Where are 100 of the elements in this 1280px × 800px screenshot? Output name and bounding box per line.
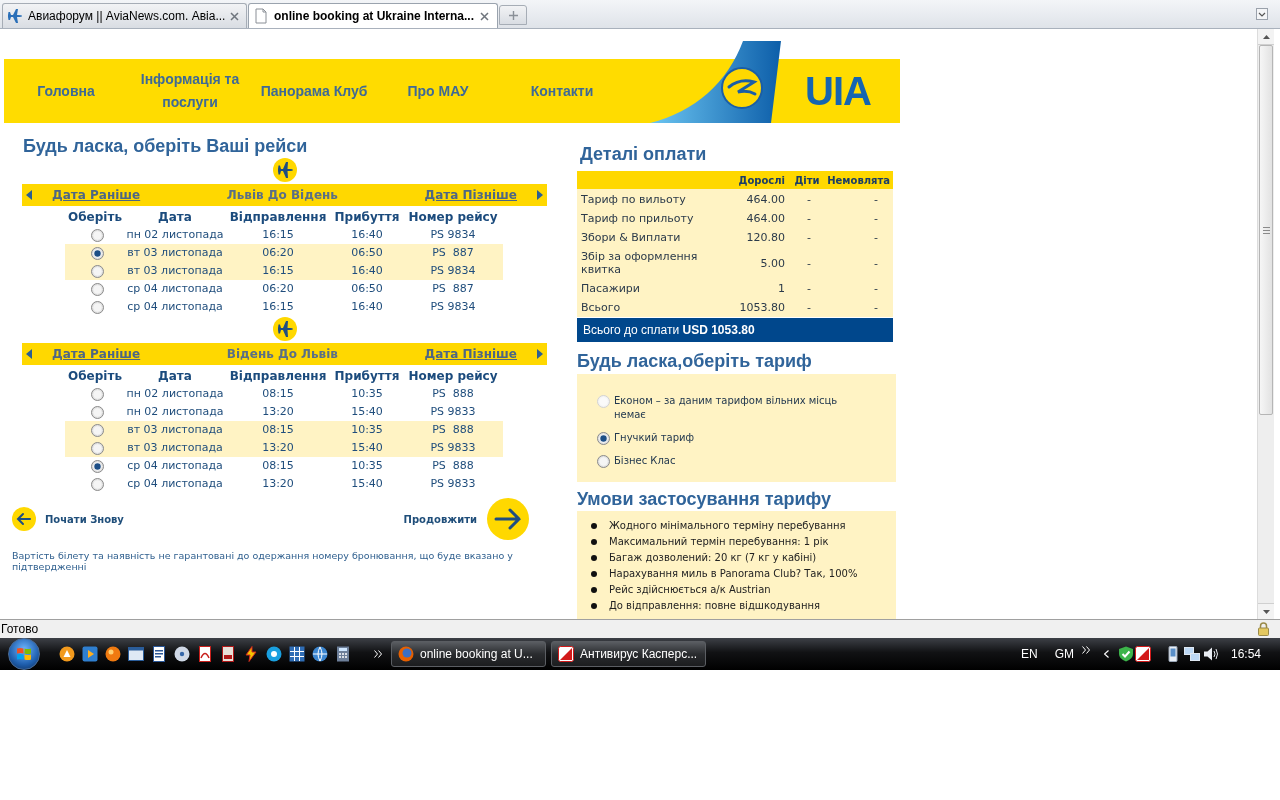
ball-icon[interactable]	[105, 646, 121, 662]
start-button[interactable]	[8, 638, 40, 670]
window-icon[interactable]	[128, 646, 144, 662]
badge-icon[interactable]	[1134, 646, 1151, 662]
circle-icon[interactable]	[266, 646, 282, 662]
table-cell-text: 10:35	[351, 457, 383, 474]
grip-icon	[1262, 226, 1270, 234]
scrollbar-thumb[interactable]	[1259, 45, 1273, 415]
radio-button[interactable]	[90, 387, 104, 401]
lightning-icon[interactable]	[243, 646, 259, 662]
later-date-link[interactable]: Дата Пізніше	[424, 186, 517, 204]
chevron-left-icon[interactable]	[1103, 650, 1109, 658]
radio-button[interactable]	[90, 423, 104, 437]
language-indicator[interactable]: EN	[1020, 645, 1038, 663]
continue-button[interactable]: Продовжити	[403, 498, 529, 540]
table-cell-text: ср 04 листопада	[127, 280, 223, 297]
close-icon[interactable]	[230, 11, 240, 21]
nav-link[interactable]: Панорама Клуб	[260, 79, 368, 103]
disc-icon[interactable]	[174, 646, 190, 662]
fare-option-label[interactable]: Бізнес Клас	[614, 454, 676, 468]
earlier-date-link[interactable]: Дата Раніше	[52, 186, 141, 204]
chevrons-right-icon[interactable]	[374, 650, 382, 658]
calculator-icon[interactable]	[335, 646, 351, 662]
triangle-left-icon[interactable]	[26, 190, 32, 200]
speaker-icon[interactable]	[1202, 646, 1219, 662]
new-tab-button[interactable]	[499, 5, 527, 25]
radio-button[interactable]	[597, 455, 610, 468]
globe-icon[interactable]	[312, 646, 328, 662]
scroll-up-button[interactable]	[1258, 29, 1274, 45]
toolbar-label[interactable]: GM	[1054, 645, 1074, 663]
bullet-icon	[591, 555, 597, 561]
section-heading: Деталі оплати	[580, 143, 707, 165]
earlier-date-link[interactable]: Дата Раніше	[52, 345, 141, 363]
page-heading: Будь ласка, оберіть Ваші рейси	[23, 135, 308, 157]
radio-button[interactable]	[90, 300, 104, 314]
triangle-left-icon[interactable]	[26, 349, 32, 359]
table-cell-text: вт 03 листопада	[127, 244, 223, 261]
document-icon[interactable]	[151, 646, 167, 662]
table-cell-text: вт 03 листопада	[127, 421, 223, 438]
bullet-icon	[591, 587, 597, 593]
radio-button[interactable]	[90, 282, 104, 296]
condition-text: Нарахування миль в Panorama Club? Так, 100%	[609, 567, 858, 581]
table-cell-text: 15:40	[351, 439, 383, 456]
clock[interactable]: 16:54	[1230, 645, 1261, 663]
chevrons-right-icon[interactable]	[1081, 646, 1090, 654]
airplane-icon	[272, 158, 297, 182]
scroll-down-button[interactable]	[1258, 603, 1274, 619]
section-heading: Умови застосування тарифу	[577, 488, 832, 510]
table-cell-text: 08:15	[262, 457, 294, 474]
triangle-circle-icon[interactable]	[59, 646, 75, 662]
taskbar-button[interactable]: online booking at U...	[391, 641, 546, 667]
radio-button[interactable]	[90, 441, 104, 455]
nav-link[interactable]: Про МАУ	[407, 79, 469, 103]
badge-icon	[558, 646, 574, 662]
grid-icon[interactable]	[289, 646, 305, 662]
radio-button[interactable]	[90, 246, 104, 260]
table-cell-text: 10:35	[351, 421, 383, 438]
bullet-icon	[591, 603, 597, 609]
plus-icon	[508, 10, 518, 20]
radio-button[interactable]	[90, 264, 104, 278]
later-date-link[interactable]: Дата Пізніше	[424, 345, 517, 363]
browser-tab[interactable]: online booking at Ukraine Interna...	[248, 3, 498, 28]
monitors-icon[interactable]	[1183, 646, 1200, 662]
table-cell-text: -	[806, 193, 812, 206]
table-cell-text: -	[806, 212, 812, 225]
table-cell-text: -	[806, 282, 812, 295]
restart-button[interactable]: Почати Знову	[12, 507, 124, 531]
table-cell-text: Збори & Виплати	[580, 231, 682, 244]
flag-icon	[16, 646, 32, 662]
table-cell-text: PS 9833	[430, 439, 476, 456]
document-icon[interactable]	[220, 646, 236, 662]
shield-check-icon[interactable]	[1117, 646, 1134, 662]
column-header: Прибуття	[333, 368, 401, 385]
scrollbar[interactable]	[1257, 29, 1274, 619]
table-cell-text: 16:40	[351, 226, 383, 243]
dropdown-icon[interactable]	[1256, 8, 1268, 20]
radio-button[interactable]	[90, 228, 104, 242]
column-header: Оберіть	[67, 368, 123, 385]
triangle-right-icon[interactable]	[537, 349, 543, 359]
radio-button[interactable]	[90, 459, 104, 473]
table-cell-text: ср 04 листопада	[127, 298, 223, 315]
taskbar-button[interactable]: Антивирус Касперс...	[551, 641, 706, 667]
column-header: Дата	[157, 368, 193, 385]
radio-button[interactable]	[90, 477, 104, 491]
padlock-icon	[1258, 622, 1269, 636]
radio-button[interactable]	[90, 405, 104, 419]
browser-tab[interactable]: Авиафорум || AviaNews.com. Авіа...	[2, 3, 247, 28]
table-cell-text: 464.00	[745, 193, 786, 206]
play-icon[interactable]	[82, 646, 98, 662]
nav-link[interactable]: Головна	[37, 79, 95, 103]
document-icon[interactable]	[197, 646, 213, 662]
table-cell-text: -	[806, 301, 812, 314]
triangle-right-icon[interactable]	[537, 190, 543, 200]
close-icon[interactable]	[480, 11, 489, 21]
nav-link[interactable]: Інформація та послуги	[135, 68, 245, 114]
fare-option-label[interactable]: Гнучкий тариф	[614, 431, 695, 445]
nav-link[interactable]: Контакти	[530, 79, 594, 103]
tab-title: Авиафорум || AviaNews.com. Авіа...	[28, 8, 226, 25]
radio-button[interactable]	[597, 432, 610, 445]
column-header: Номер рейсу	[407, 368, 499, 385]
